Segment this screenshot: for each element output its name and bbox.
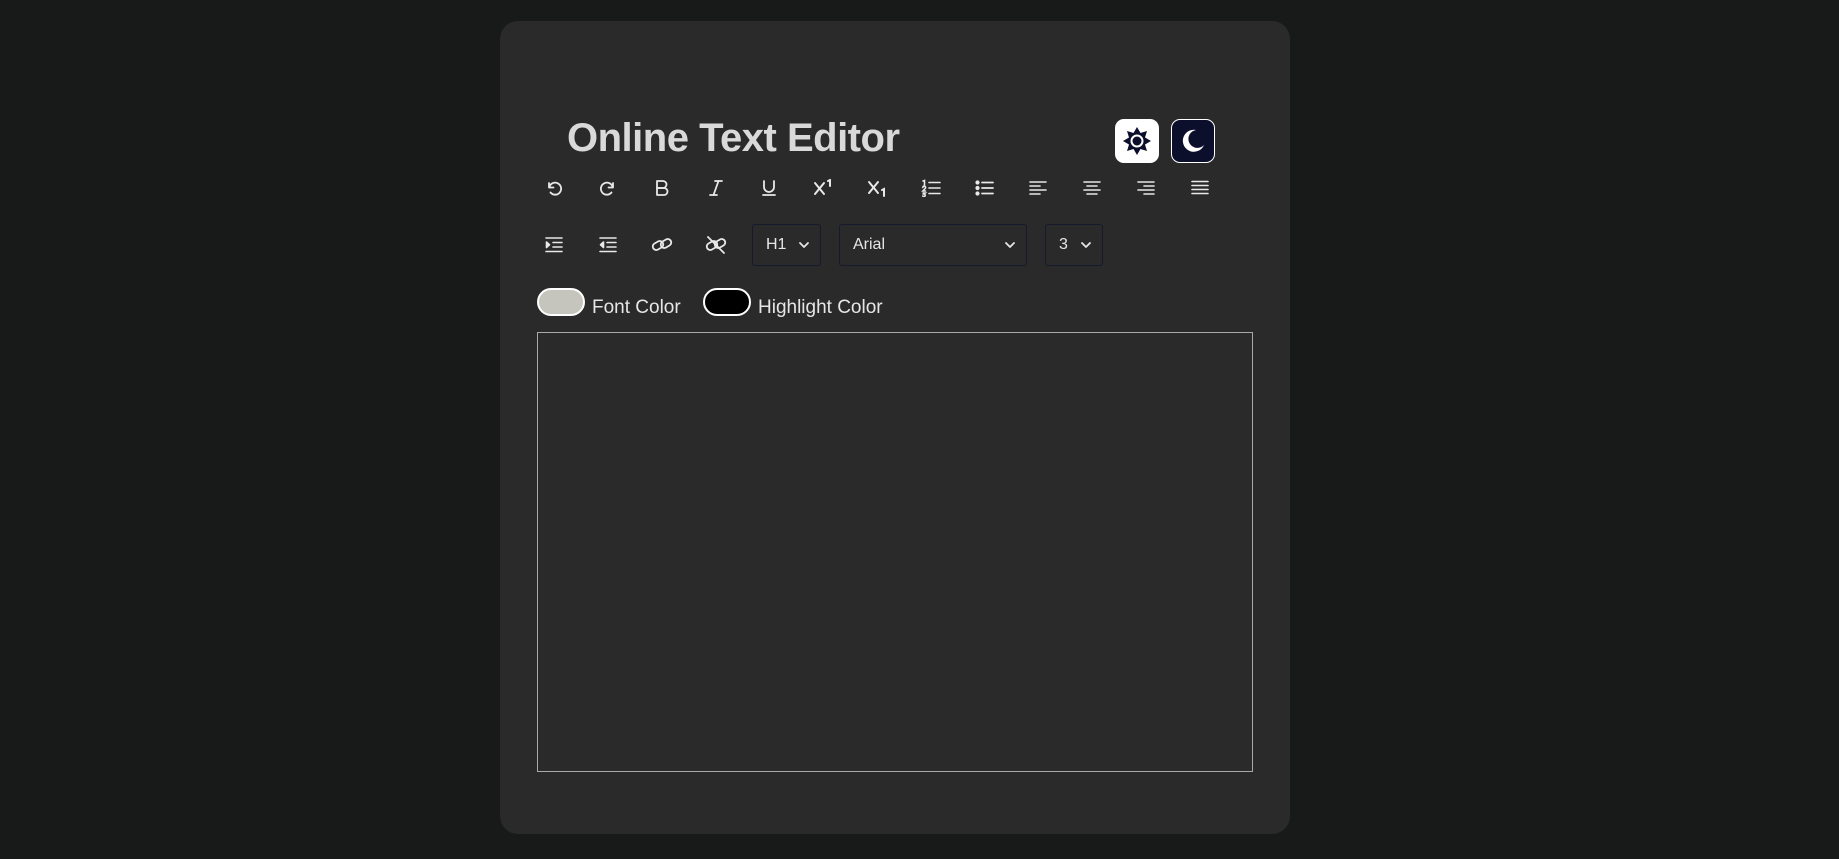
highlight-color-picker[interactable] [703, 288, 751, 316]
font-family-select[interactable]: Arial [839, 224, 1027, 266]
chevron-down-icon [1081, 242, 1091, 248]
italic-button[interactable] [696, 168, 736, 208]
chevron-down-icon [799, 242, 809, 248]
link-button[interactable] [642, 225, 682, 265]
highlight-color-label: Highlight Color [758, 297, 883, 318]
align-right-button[interactable] [1126, 168, 1166, 208]
align-right-icon [1137, 181, 1155, 195]
heading-select[interactable]: H1 [752, 224, 821, 266]
chevron-down-icon [1005, 242, 1015, 248]
italic-icon [709, 180, 723, 196]
dark-mode-button[interactable] [1171, 119, 1215, 163]
page-title: Online Text Editor [567, 116, 900, 160]
align-justify-button[interactable] [1180, 168, 1220, 208]
outdent-button[interactable] [588, 225, 628, 265]
align-left-button[interactable] [1018, 168, 1058, 208]
align-center-icon [1083, 181, 1101, 195]
redo-icon [600, 181, 614, 196]
unlink-button[interactable] [696, 225, 736, 265]
font-color-label: Font Color [592, 297, 681, 318]
ordered-list-button[interactable] [911, 168, 951, 208]
unordered-list-icon [975, 180, 994, 196]
link-icon [651, 238, 673, 251]
ordered-list-icon [921, 179, 941, 197]
align-center-button[interactable] [1072, 168, 1112, 208]
outdent-icon [599, 237, 617, 253]
underline-button[interactable] [749, 168, 789, 208]
bold-button[interactable] [642, 168, 682, 208]
redo-button[interactable] [588, 168, 628, 208]
sun-icon [1123, 127, 1151, 155]
indent-button[interactable] [534, 225, 574, 265]
bold-icon [656, 180, 669, 196]
subscript-icon [868, 181, 885, 197]
align-justify-icon [1191, 180, 1209, 195]
underline-icon [762, 180, 776, 196]
heading-select-value: H1 [766, 236, 787, 253]
font-size-select[interactable]: 3 [1045, 224, 1103, 266]
text-editor-area[interactable] [537, 332, 1253, 772]
font-color-picker[interactable] [537, 288, 585, 316]
unordered-list-button[interactable] [965, 168, 1005, 208]
superscript-button[interactable] [803, 168, 843, 208]
superscript-icon [814, 179, 831, 195]
undo-button[interactable] [534, 168, 574, 208]
moon-icon [1182, 129, 1204, 152]
undo-icon [548, 181, 562, 196]
align-left-icon [1029, 181, 1047, 195]
light-mode-button[interactable] [1115, 119, 1159, 163]
font-size-select-value: 3 [1059, 236, 1068, 253]
font-family-select-value: Arial [853, 236, 886, 253]
unlink-icon [705, 236, 727, 254]
indent-icon [545, 237, 563, 253]
subscript-button[interactable] [857, 168, 897, 208]
